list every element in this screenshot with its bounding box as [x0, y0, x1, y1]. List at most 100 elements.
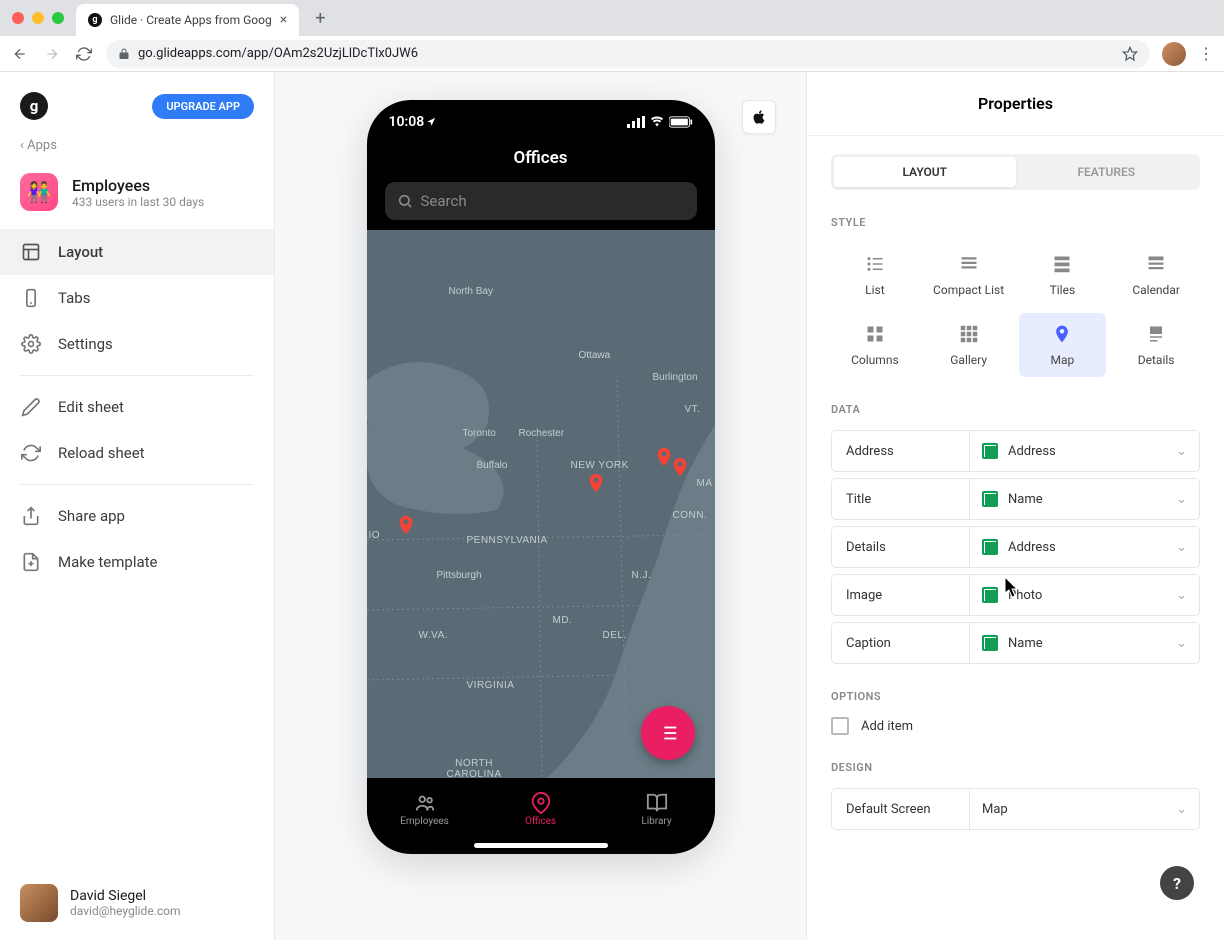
properties-panel: Properties LAYOUT FEATURES STYLE List Co…: [806, 72, 1224, 940]
phone-tab-employees[interactable]: Employees: [367, 778, 483, 840]
sheet-icon: [982, 539, 998, 555]
data-row-default-screen[interactable]: Default Screen Map⌄: [831, 788, 1200, 830]
reload-icon[interactable]: [74, 46, 94, 62]
chevron-down-icon: ⌄: [1176, 636, 1187, 651]
sidebar-item-share[interactable]: Share app: [0, 493, 274, 539]
style-grid: List Compact List Tiles Calendar Columns…: [831, 243, 1200, 377]
profile-avatar[interactable]: [1162, 42, 1186, 66]
phone-tab-label: Offices: [525, 816, 556, 827]
forward-icon[interactable]: [42, 46, 62, 62]
compact-glyph-icon: [956, 253, 982, 275]
battery-icon: [669, 116, 693, 128]
app-card[interactable]: 👫 Employees 433 users in last 30 days: [0, 161, 274, 229]
map-view[interactable]: mapbox i: [367, 230, 715, 778]
style-map[interactable]: Map: [1019, 313, 1107, 377]
style-list[interactable]: List: [831, 243, 919, 307]
map-label: Pittsburgh: [437, 570, 482, 581]
close-icon[interactable]: ×: [280, 12, 287, 28]
seg-layout[interactable]: LAYOUT: [834, 157, 1016, 187]
style-label: Gallery: [950, 353, 987, 367]
columns-glyph-icon: [862, 323, 888, 345]
sidebar-item-tabs[interactable]: Tabs: [0, 275, 274, 321]
favicon-icon: g: [88, 13, 102, 27]
map-label: DEL.: [603, 630, 627, 641]
help-button[interactable]: ?: [1160, 866, 1194, 900]
gallery-glyph-icon: [956, 323, 982, 345]
template-icon: [20, 551, 42, 573]
phone-tab-library[interactable]: Library: [599, 778, 715, 840]
style-label: Calendar: [1132, 283, 1180, 297]
map-pin-icon[interactable]: [395, 510, 417, 540]
sidebar-item-edit-sheet[interactable]: Edit sheet: [0, 384, 274, 430]
style-label: Tiles: [1050, 283, 1076, 297]
map-pin-icon[interactable]: [669, 452, 691, 482]
section-data-label: DATA: [831, 403, 1200, 416]
data-row-details[interactable]: Details Address⌄: [831, 526, 1200, 568]
style-label: Details: [1138, 353, 1175, 367]
search-placeholder: Search: [421, 192, 467, 210]
sidebar-item-layout[interactable]: Layout: [0, 229, 274, 275]
upgrade-button[interactable]: UPGRADE APP: [152, 94, 254, 119]
layout-icon: [20, 241, 42, 263]
apple-icon: [751, 108, 767, 126]
platform-toggle-button[interactable]: [742, 100, 776, 134]
browser-tab[interactable]: g Glide · Create Apps from Goog ×: [76, 4, 299, 36]
add-item-checkbox[interactable]: Add item: [831, 717, 1200, 735]
sidebar-label: Edit sheet: [58, 398, 124, 416]
sidebar-item-reload-sheet[interactable]: Reload sheet: [0, 430, 274, 476]
list-fab-button[interactable]: [641, 706, 695, 760]
app-stats: 433 users in last 30 days: [72, 195, 204, 209]
sidebar-label: Share app: [58, 507, 125, 525]
style-calendar[interactable]: Calendar: [1112, 243, 1200, 307]
style-compact-list[interactable]: Compact List: [925, 243, 1013, 307]
style-gallery[interactable]: Gallery: [925, 313, 1013, 377]
phone-search-input[interactable]: Search: [385, 182, 697, 220]
address-bar[interactable]: go.glideapps.com/app/OAm2s2UzjLlDcTlx0JW…: [106, 40, 1150, 68]
seg-features[interactable]: FEATURES: [1016, 157, 1198, 187]
window-zoom-icon[interactable]: [52, 12, 64, 24]
back-icon[interactable]: [10, 46, 30, 62]
window-minimize-icon[interactable]: [32, 12, 44, 24]
bookmark-star-icon[interactable]: [1122, 46, 1138, 62]
phone-screen-title: Offices: [367, 144, 715, 178]
lock-icon: [118, 48, 130, 60]
glide-logo-icon[interactable]: g: [20, 92, 48, 120]
chrome-menu-icon[interactable]: ⋮: [1198, 44, 1214, 63]
style-columns[interactable]: Columns: [831, 313, 919, 377]
data-row-title[interactable]: Title Name⌄: [831, 478, 1200, 520]
browser-chrome: g Glide · Create Apps from Goog × + go.g…: [0, 0, 1224, 72]
map-pin-icon[interactable]: [585, 468, 607, 498]
data-row-caption[interactable]: Caption Name⌄: [831, 622, 1200, 664]
map-label: VT.: [685, 404, 701, 415]
user-footer[interactable]: David Siegel david@heyglide.com: [0, 866, 274, 940]
map-svg: [367, 230, 715, 778]
style-details[interactable]: Details: [1112, 313, 1200, 377]
data-row-value: Address: [1008, 444, 1056, 459]
style-tiles[interactable]: Tiles: [1019, 243, 1107, 307]
sidebar-item-make-template[interactable]: Make template: [0, 539, 274, 585]
map-label: Toronto: [463, 428, 496, 439]
sidebar-label: Make template: [58, 553, 158, 571]
pencil-icon: [20, 396, 42, 418]
book-icon: [646, 792, 668, 814]
window-close-icon[interactable]: [12, 12, 24, 24]
chevron-down-icon: ⌄: [1176, 802, 1187, 817]
map-label: MD.: [553, 615, 573, 626]
map-label: VIRGINIA: [467, 680, 515, 691]
wifi-icon: [649, 116, 665, 128]
sheet-icon: [982, 491, 998, 507]
back-to-apps-link[interactable]: ‹ Apps: [0, 130, 274, 161]
search-icon: [397, 193, 413, 209]
data-row-address[interactable]: Address Address⌄: [831, 430, 1200, 472]
details-glyph-icon: [1143, 323, 1169, 345]
phone-tab-offices[interactable]: Offices: [483, 778, 599, 840]
sheet-icon: [982, 443, 998, 459]
map-label: Burlington: [653, 372, 698, 383]
style-label: Compact List: [933, 283, 1004, 297]
section-design-label: DESIGN: [831, 761, 1200, 774]
sidebar-item-settings[interactable]: Settings: [0, 321, 274, 367]
map-label: W.VA.: [419, 630, 449, 641]
new-tab-button[interactable]: +: [307, 8, 333, 29]
phone-tab-label: Library: [641, 816, 671, 827]
canvas-area: 10:08 Offices Search mapbox i: [275, 72, 806, 940]
